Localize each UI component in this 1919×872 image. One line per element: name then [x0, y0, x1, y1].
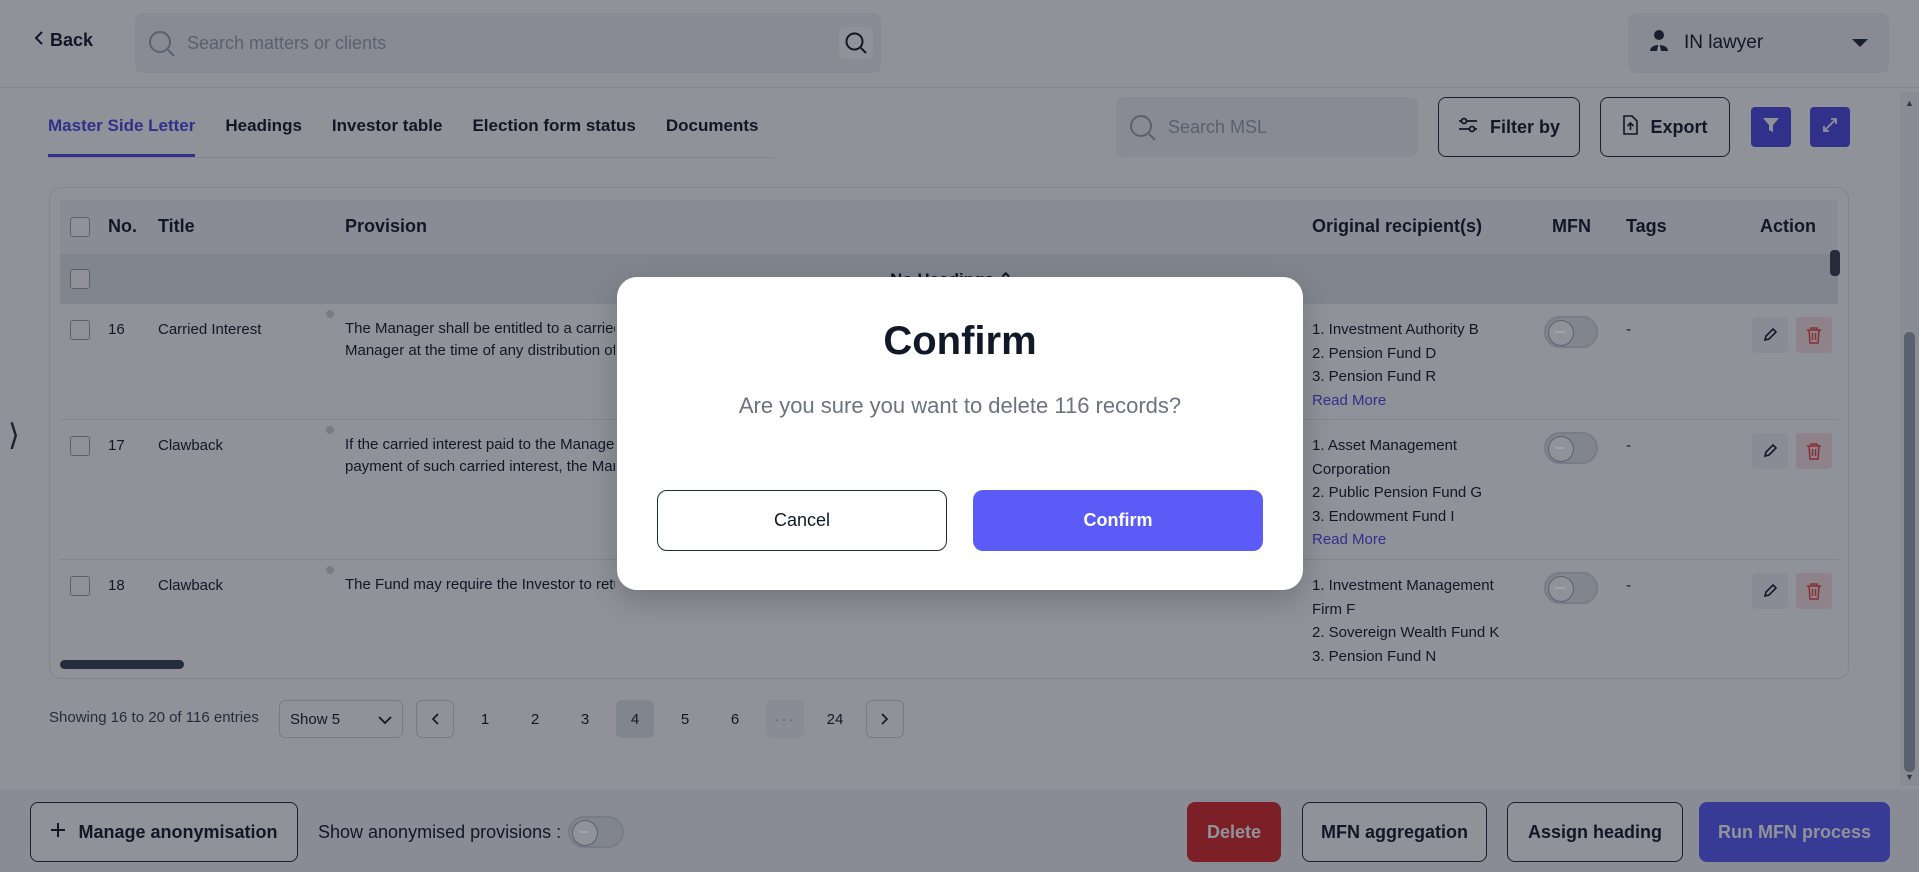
confirm-button[interactable]: Confirm — [973, 490, 1263, 551]
confirm-dialog: Confirm Are you sure you want to delete … — [617, 277, 1303, 590]
dialog-title: Confirm — [883, 319, 1037, 363]
dialog-message: Are you sure you want to delete 116 reco… — [738, 393, 1182, 418]
cancel-button[interactable]: Cancel — [657, 490, 947, 551]
